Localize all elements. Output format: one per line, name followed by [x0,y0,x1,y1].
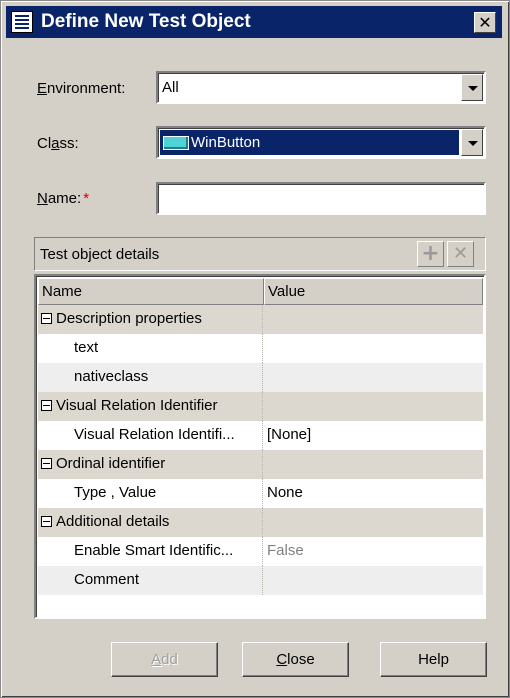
required-asterisk: * [83,190,90,207]
details-header-label: Test object details [40,246,160,263]
property-name: nativeclass [38,363,263,392]
group-row[interactable]: Additional details [38,508,483,537]
property-name: Visual Relation Identifi... [38,421,263,450]
property-row[interactable]: Enable Smart Identific... False [38,537,483,566]
title-bar[interactable]: Define New Test Object ✕ [6,6,502,38]
property-name: Type , Value [38,479,263,508]
property-value[interactable] [263,450,483,479]
property-row[interactable]: Visual Relation Identifi... [None] [38,421,483,450]
property-value[interactable]: [None] [263,421,483,450]
dialog-title: Define New Test Object [41,11,251,32]
class-dropdown-button[interactable] [461,129,483,156]
close-icon: ✕ [478,13,492,32]
property-value[interactable]: None [263,479,483,508]
property-name: text [38,334,263,363]
environment-value: All [162,79,179,96]
collapse-icon[interactable] [41,400,52,411]
property-row[interactable]: nativeclass [38,363,483,392]
property-name: Visual Relation Identifier [38,392,263,421]
winbutton-icon [163,135,189,150]
add-property-button[interactable]: + [417,241,444,267]
column-header-value[interactable]: Value [264,278,483,305]
grid-rows: Description properties text nativeclass Vis… [38,305,483,595]
property-value[interactable] [263,305,483,334]
name-label: Name: * [37,190,90,207]
class-value: WinButton [191,134,261,151]
property-name: Comment [38,566,263,595]
property-value[interactable]: False [263,537,483,566]
property-row[interactable]: Comment [38,566,483,595]
group-row[interactable]: Ordinal identifier [38,450,483,479]
collapse-icon[interactable] [41,313,52,324]
environment-label: Environment: [37,80,126,97]
column-header-name[interactable]: Name [38,278,264,305]
close-button[interactable]: Close [242,642,349,677]
help-button[interactable]: Help [380,642,487,677]
property-name: Ordinal identifier [38,450,263,479]
add-button[interactable]: Add [111,642,218,677]
test-object-details-header: Test object details + ✕ [34,237,486,271]
collapse-icon[interactable] [41,458,52,469]
define-new-test-object-dialog: Define New Test Object ✕ Environment: Al… [0,0,510,698]
name-input[interactable] [156,182,486,215]
property-value[interactable] [263,566,483,595]
property-value[interactable] [263,334,483,363]
environment-dropdown-button[interactable] [461,74,483,101]
property-name: Description properties [38,305,263,334]
dialog-list-icon [11,11,33,33]
environment-combobox[interactable]: All [156,71,486,104]
property-name: Enable Smart Identific... [38,537,263,566]
property-value[interactable] [263,363,483,392]
close-window-button[interactable]: ✕ [474,12,496,33]
remove-property-button[interactable]: ✕ [447,241,474,267]
plus-icon: + [421,241,440,266]
property-value[interactable] [263,508,483,537]
grid-header: Name Value [38,278,483,305]
remove-icon: ✕ [452,243,469,264]
group-row[interactable]: Visual Relation Identifier [38,392,483,421]
property-row[interactable]: text [38,334,483,363]
class-label: Class: [37,135,79,152]
property-row[interactable]: Type , Value None [38,479,483,508]
group-row[interactable]: Description properties [38,305,483,334]
properties-grid[interactable]: Name Value Description properties text nat… [34,274,486,619]
class-combobox[interactable]: WinButton [156,126,486,159]
collapse-icon[interactable] [41,516,52,527]
property-value[interactable] [263,392,483,421]
property-name: Additional details [38,508,263,537]
